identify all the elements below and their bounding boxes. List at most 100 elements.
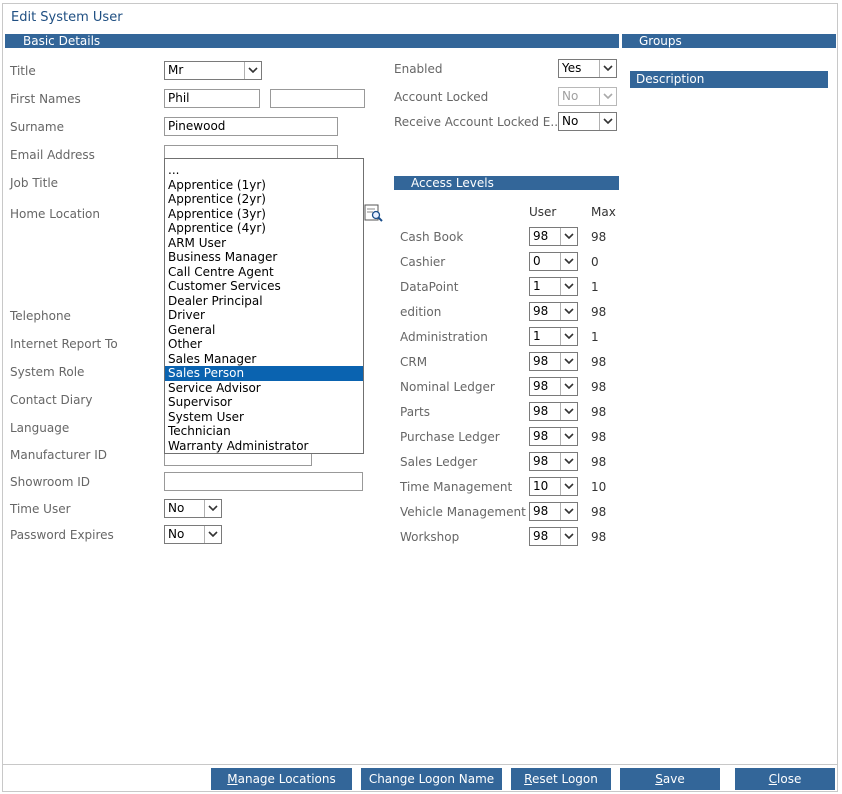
chevron-down-icon[interactable] <box>560 278 577 295</box>
title-select[interactable]: Mr <box>164 61 262 80</box>
chevron-down-icon[interactable] <box>204 500 221 517</box>
first-name-input[interactable]: Phil <box>164 89 260 108</box>
job-title-option[interactable]: Customer Services <box>165 279 363 294</box>
chevron-down-icon <box>599 88 616 105</box>
access-level-max: 98 <box>591 355 607 369</box>
job-title-label: Job Title <box>10 176 59 190</box>
chevron-down-icon[interactable] <box>560 478 577 495</box>
email-label: Email Address <box>10 148 95 162</box>
groups-header: Groups <box>622 34 836 48</box>
access-level-user-value: 98 <box>533 504 549 518</box>
job-title-option[interactable]: Warranty Administrator <box>165 439 363 454</box>
surname-label: Surname <box>10 120 64 134</box>
access-level-name: CRM <box>400 355 428 369</box>
job-title-option[interactable]: Apprentice (1yr) <box>165 178 363 193</box>
save-button[interactable]: Save <box>620 768 720 790</box>
access-level-user-select[interactable]: 98 <box>529 527 578 546</box>
job-title-option[interactable]: ... <box>165 163 363 178</box>
chevron-down-icon[interactable] <box>560 503 577 520</box>
access-level-max: 10 <box>591 480 607 494</box>
receive-account-locked-select[interactable]: No <box>558 112 617 131</box>
account-locked-label: Account Locked <box>394 90 489 104</box>
password-expires-select[interactable]: No <box>164 525 222 544</box>
job-title-option[interactable]: Dealer Principal <box>165 294 363 309</box>
location-lookup-icon[interactable] <box>364 204 384 222</box>
access-level-user-value: 98 <box>533 229 549 243</box>
chevron-down-icon[interactable] <box>560 228 577 245</box>
showroom-id-input[interactable] <box>164 472 363 491</box>
job-title-dropdown-list[interactable]: ... Apprentice (1yr) Apprentice (2yr) Appre… <box>164 158 364 454</box>
job-title-option[interactable]: General <box>165 323 363 338</box>
access-level-user-select[interactable]: 98 <box>529 502 578 521</box>
close-button[interactable]: Close <box>735 768 835 790</box>
access-level-max: 98 <box>591 405 607 419</box>
job-title-option[interactable]: ARM User <box>165 236 363 251</box>
access-level-user-value: 98 <box>533 379 549 393</box>
access-level-user-select[interactable]: 98 <box>529 377 578 396</box>
job-title-option[interactable]: Apprentice (4yr) <box>165 221 363 236</box>
chevron-down-icon[interactable] <box>560 303 577 320</box>
job-title-option[interactable]: Other <box>165 337 363 352</box>
chevron-down-icon[interactable] <box>599 113 616 130</box>
access-level-user-select[interactable]: 98 <box>529 402 578 421</box>
access-level-max: 98 <box>591 505 607 519</box>
password-expires-value: No <box>168 527 185 541</box>
surname-input[interactable]: Pinewood <box>164 117 338 136</box>
access-level-name: Sales Ledger <box>400 455 478 469</box>
chevron-down-icon[interactable] <box>560 528 577 545</box>
chevron-down-icon[interactable] <box>560 403 577 420</box>
time-user-select[interactable]: No <box>164 499 222 518</box>
job-title-option[interactable]: Service Advisor <box>165 381 363 396</box>
job-title-option[interactable]: Apprentice (3yr) <box>165 207 363 222</box>
job-title-option[interactable]: System User <box>165 410 363 425</box>
chevron-down-icon[interactable] <box>599 60 616 77</box>
enabled-select[interactable]: Yes <box>558 59 617 78</box>
access-level-user-select[interactable]: 1 <box>529 327 578 346</box>
manage-locations-button[interactable]: Manage Locations <box>211 768 352 790</box>
change-logon-name-button[interactable]: Change Logon Name <box>361 768 502 790</box>
middle-name-input[interactable] <box>270 89 365 108</box>
access-level-user-select[interactable]: 98 <box>529 352 578 371</box>
chevron-down-icon[interactable] <box>560 253 577 270</box>
access-level-user-select[interactable]: 1 <box>529 277 578 296</box>
access-level-max: 98 <box>591 455 607 469</box>
chevron-down-icon[interactable] <box>560 453 577 470</box>
groups-description-header[interactable]: Description <box>630 71 828 88</box>
access-level-user-value: 10 <box>533 479 549 493</box>
chevron-down-icon[interactable] <box>560 378 577 395</box>
account-locked-select: No <box>558 87 617 106</box>
job-title-option[interactable]: Business Manager <box>165 250 363 265</box>
access-level-name: Nominal Ledger <box>400 380 495 394</box>
job-title-option[interactable]: Technician <box>165 424 363 439</box>
access-level-user-select[interactable]: 10 <box>529 477 578 496</box>
time-user-value: No <box>168 501 185 515</box>
access-level-user-select[interactable]: 98 <box>529 427 578 446</box>
access-level-max: 98 <box>591 230 607 244</box>
access-level-user-select[interactable]: 98 <box>529 227 578 246</box>
chevron-down-icon[interactable] <box>560 428 577 445</box>
reset-logon-button[interactable]: Reset Logon <box>511 768 611 790</box>
job-title-option[interactable]: Call Centre Agent <box>165 265 363 280</box>
access-level-max: 1 <box>591 280 599 294</box>
chevron-down-icon[interactable] <box>560 353 577 370</box>
job-title-option[interactable]: Sales Person <box>165 366 363 381</box>
access-level-name: edition <box>400 305 442 319</box>
access-col-user: User <box>529 205 557 219</box>
access-level-user-value: 98 <box>533 454 549 468</box>
access-level-user-select[interactable]: 98 <box>529 452 578 471</box>
title-select-value: Mr <box>168 63 184 77</box>
job-title-option[interactable]: Driver <box>165 308 363 323</box>
access-level-user-select[interactable]: 98 <box>529 302 578 321</box>
receive-account-locked-label: Receive Account Locked E... <box>394 115 562 129</box>
chevron-down-icon[interactable] <box>560 328 577 345</box>
job-title-option[interactable]: Supervisor <box>165 395 363 410</box>
title-label: Title <box>10 64 36 78</box>
access-level-user-value: 0 <box>533 254 541 268</box>
chevron-down-icon[interactable] <box>204 526 221 543</box>
access-level-max: 98 <box>591 305 607 319</box>
job-title-option[interactable]: Sales Manager <box>165 352 363 367</box>
access-level-max: 1 <box>591 330 599 344</box>
job-title-option[interactable]: Apprentice (2yr) <box>165 192 363 207</box>
chevron-down-icon[interactable] <box>244 62 261 79</box>
access-level-user-select[interactable]: 0 <box>529 252 578 271</box>
